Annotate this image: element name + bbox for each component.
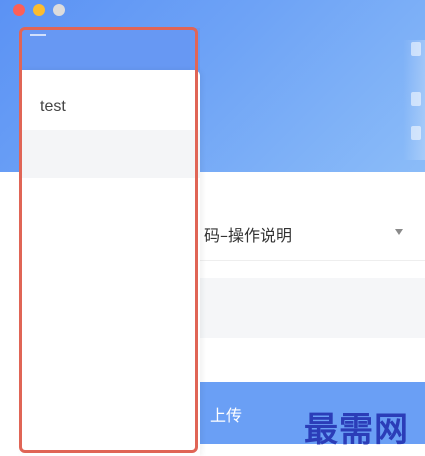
drawer-item-highlighted[interactable]: [20, 130, 200, 178]
header-edge-mark: [411, 126, 421, 140]
window-controls: [13, 4, 65, 16]
drawer-item-label: test: [40, 98, 66, 115]
instruction-dropdown[interactable]: 码–操作说明: [200, 204, 425, 261]
drawer-header: [20, 28, 200, 70]
header-edge-mark: [411, 42, 421, 56]
upload-button-label: 上传: [210, 406, 243, 425]
side-drawer: test: [20, 28, 200, 456]
maximize-window-button[interactable]: [53, 4, 65, 16]
dropdown-selected-value: 码–操作说明: [204, 226, 293, 245]
app-window: 码–操作说明 上传 test 最需网: [0, 0, 425, 456]
drawer-handle-icon: [30, 34, 46, 36]
caret-down-icon: [395, 229, 403, 235]
watermark-logo: 最需网: [304, 410, 409, 450]
input-field[interactable]: [200, 278, 425, 338]
header-edge-mark: [411, 92, 421, 106]
close-window-button[interactable]: [13, 4, 25, 16]
minimize-window-button[interactable]: [33, 4, 45, 16]
drawer-list: test: [20, 70, 200, 456]
